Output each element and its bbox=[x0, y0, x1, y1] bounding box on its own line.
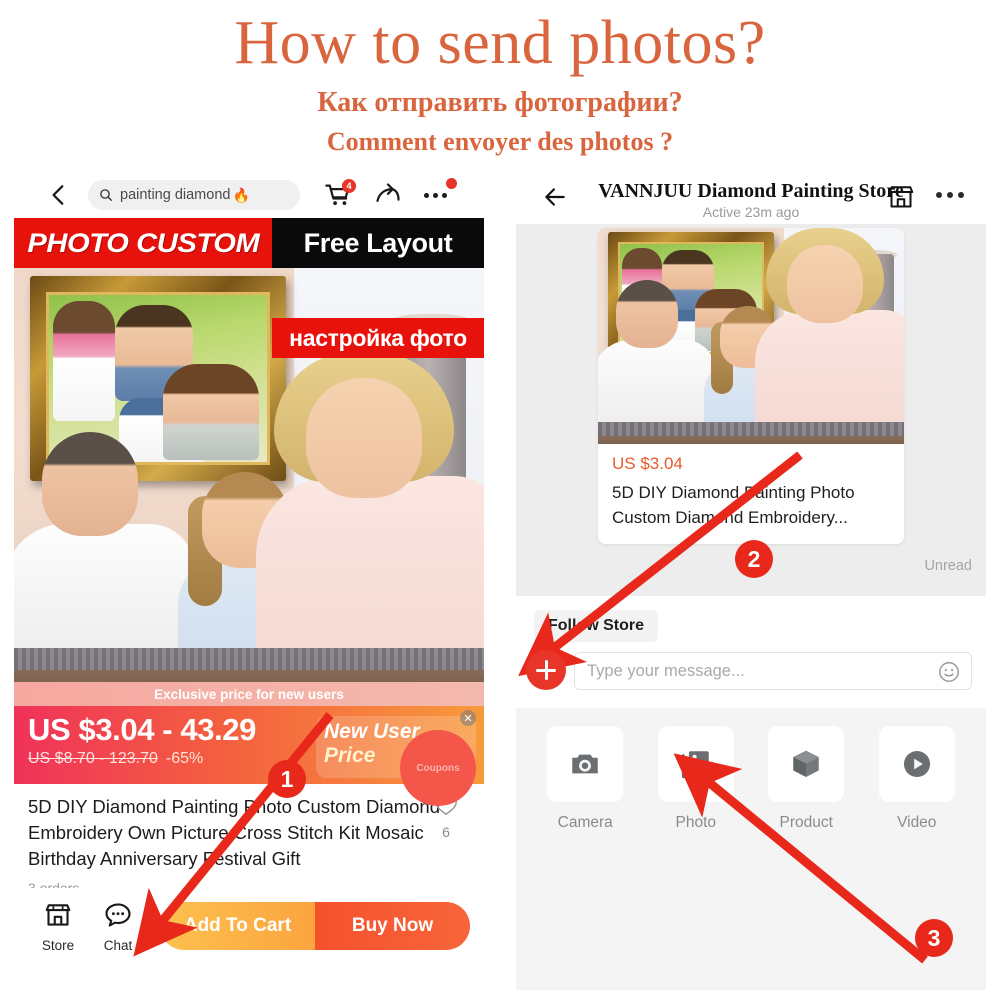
store-button[interactable]: Store bbox=[28, 900, 88, 953]
attachment-photo[interactable]: Photo bbox=[641, 726, 752, 832]
chat-label: Chat bbox=[103, 937, 133, 953]
left-bottom-action-bar: Store Chat Add To Cart Buy Now bbox=[14, 888, 484, 964]
flame-icon: 🔥 bbox=[232, 186, 250, 203]
card-description: 5D DIY Diamond Painting Photo Custom Dia… bbox=[612, 483, 855, 527]
woman-head bbox=[306, 378, 422, 498]
cta-group: Add To Cart Buy Now bbox=[160, 902, 470, 950]
page-title-fr: Comment envoyer des photos ? bbox=[326, 127, 674, 156]
exclusive-price-text: Exclusive price for new users bbox=[154, 686, 344, 702]
message-input-placeholder: Type your message... bbox=[587, 661, 745, 680]
close-icon[interactable]: ✕ bbox=[460, 710, 476, 726]
photo-label: Photo bbox=[675, 814, 716, 831]
follow-store-button[interactable]: Follow Store bbox=[534, 610, 658, 642]
banner-free-layout: Free Layout bbox=[272, 218, 484, 268]
chat-header: VANNJUU Diamond Painting Store Active 23… bbox=[516, 172, 986, 224]
camera-tile[interactable] bbox=[547, 726, 624, 802]
attachment-video[interactable]: Video bbox=[862, 726, 973, 832]
product-box-icon bbox=[793, 750, 819, 778]
card-product-image bbox=[598, 228, 904, 444]
attachment-camera[interactable]: Camera bbox=[530, 726, 641, 832]
step-badge-1: 1 bbox=[268, 760, 306, 798]
video-label: Video bbox=[897, 814, 937, 831]
attachment-product[interactable]: Product bbox=[751, 726, 862, 832]
man-head bbox=[42, 432, 138, 536]
person-woman bbox=[256, 352, 484, 682]
attachment-plus-button[interactable] bbox=[526, 650, 566, 690]
person-man bbox=[14, 432, 194, 682]
card-person-woman bbox=[755, 228, 904, 444]
chat-more-button[interactable] bbox=[936, 192, 964, 198]
price-original: US $8.70 - 123.70 bbox=[28, 750, 158, 767]
right-phone-screenshot: VANNJUU Diamond Painting Store Active 23… bbox=[516, 172, 986, 990]
attachment-row: Camera Photo Product Video bbox=[516, 708, 986, 832]
chevron-left-icon[interactable] bbox=[46, 182, 72, 208]
banner-ru-subtitle-text: настройка фото bbox=[289, 324, 467, 351]
more-button[interactable] bbox=[424, 178, 457, 209]
price-band: ✕ New User Price Coupons US $3.04 - 43.2… bbox=[14, 706, 484, 806]
product-title-block: 6 5D DIY Diamond Painting Photo Custom D… bbox=[14, 784, 484, 896]
add-to-cart-button[interactable]: Add To Cart bbox=[160, 902, 315, 950]
coupons-label: Coupons bbox=[416, 762, 460, 774]
video-play-icon bbox=[903, 750, 930, 778]
photo-tile[interactable] bbox=[657, 726, 734, 802]
share-button[interactable] bbox=[374, 181, 402, 209]
card-diamond-canvas bbox=[598, 422, 904, 436]
message-input[interactable]: Type your message... bbox=[574, 652, 972, 690]
wishlist-count: 6 bbox=[442, 824, 450, 840]
step-badge-3: 3 bbox=[915, 919, 953, 957]
message-status: Unread bbox=[924, 558, 972, 574]
page-title: How to send photos? bbox=[234, 9, 766, 77]
attachment-panel: Camera Photo Product Video bbox=[516, 708, 986, 990]
smiley-icon[interactable] bbox=[937, 660, 961, 684]
step-badge-2: 2 bbox=[735, 540, 773, 578]
composer-area: Follow Store Type your message... bbox=[516, 596, 986, 690]
video-tile[interactable] bbox=[878, 726, 955, 802]
page-title-ru: Как отправить фотографии? bbox=[317, 87, 683, 118]
product-message-card[interactable]: US $3.04 5D DIY Diamond Painting Photo C… bbox=[598, 228, 904, 544]
notification-dot bbox=[446, 178, 457, 189]
card-person-man bbox=[598, 280, 715, 444]
product-tile[interactable] bbox=[768, 726, 845, 802]
card-man-head bbox=[616, 280, 678, 348]
search-value: painting diamond bbox=[120, 187, 231, 203]
chat-button[interactable]: Chat bbox=[88, 900, 148, 953]
banner-photo-custom: PHOTO CUSTOM bbox=[14, 218, 272, 268]
camera-label: Camera bbox=[557, 814, 613, 831]
chat-bubble-icon bbox=[105, 902, 131, 927]
add-to-cart-label: Add To Cart bbox=[183, 915, 292, 936]
exclusive-price-bar: Exclusive price for new users bbox=[14, 682, 484, 706]
banner-free-layout-text: Free Layout bbox=[303, 227, 453, 258]
diamond-canvas bbox=[14, 648, 484, 670]
share-icon bbox=[376, 183, 400, 202]
page-headings: How to send photos? Как отправить фотогр… bbox=[0, 0, 1000, 160]
photo-icon bbox=[681, 751, 709, 779]
search-icon bbox=[100, 189, 112, 201]
framed-child bbox=[53, 301, 115, 421]
coupons-floating-button[interactable]: Coupons bbox=[400, 730, 476, 806]
promo-banner: PHOTO CUSTOM Free Layout bbox=[14, 218, 484, 268]
camera-icon bbox=[572, 754, 598, 774]
left-top-nav: painting diamond 🔥 4 bbox=[14, 172, 484, 218]
card-price: US $3.04 bbox=[612, 454, 683, 473]
buy-now-label: Buy Now bbox=[351, 915, 434, 936]
card-woman-head bbox=[787, 245, 863, 323]
price-discount: -65% bbox=[165, 750, 204, 767]
store-label: Store bbox=[41, 937, 75, 953]
product-hero-image[interactable]: настройка фото bbox=[14, 268, 484, 682]
search-input[interactable]: painting diamond 🔥 bbox=[88, 180, 300, 210]
nav-icon-group: 4 bbox=[324, 178, 460, 209]
left-phone-screenshot: painting diamond 🔥 4 PHOTO CUSTOM Free L… bbox=[14, 172, 484, 972]
banner-ru-subtitle: настройка фото bbox=[272, 318, 484, 358]
buy-now-button[interactable]: Buy Now bbox=[315, 902, 470, 950]
cart-badge: 4 bbox=[342, 179, 356, 193]
product-label: Product bbox=[779, 814, 833, 831]
cart-button[interactable]: 4 bbox=[324, 179, 356, 209]
store-icon bbox=[45, 903, 71, 926]
banner-photo-custom-text: PHOTO CUSTOM bbox=[27, 227, 259, 258]
storefront-icon[interactable] bbox=[886, 182, 916, 212]
product-title: 5D DIY Diamond Painting Photo Custom Dia… bbox=[28, 796, 441, 869]
